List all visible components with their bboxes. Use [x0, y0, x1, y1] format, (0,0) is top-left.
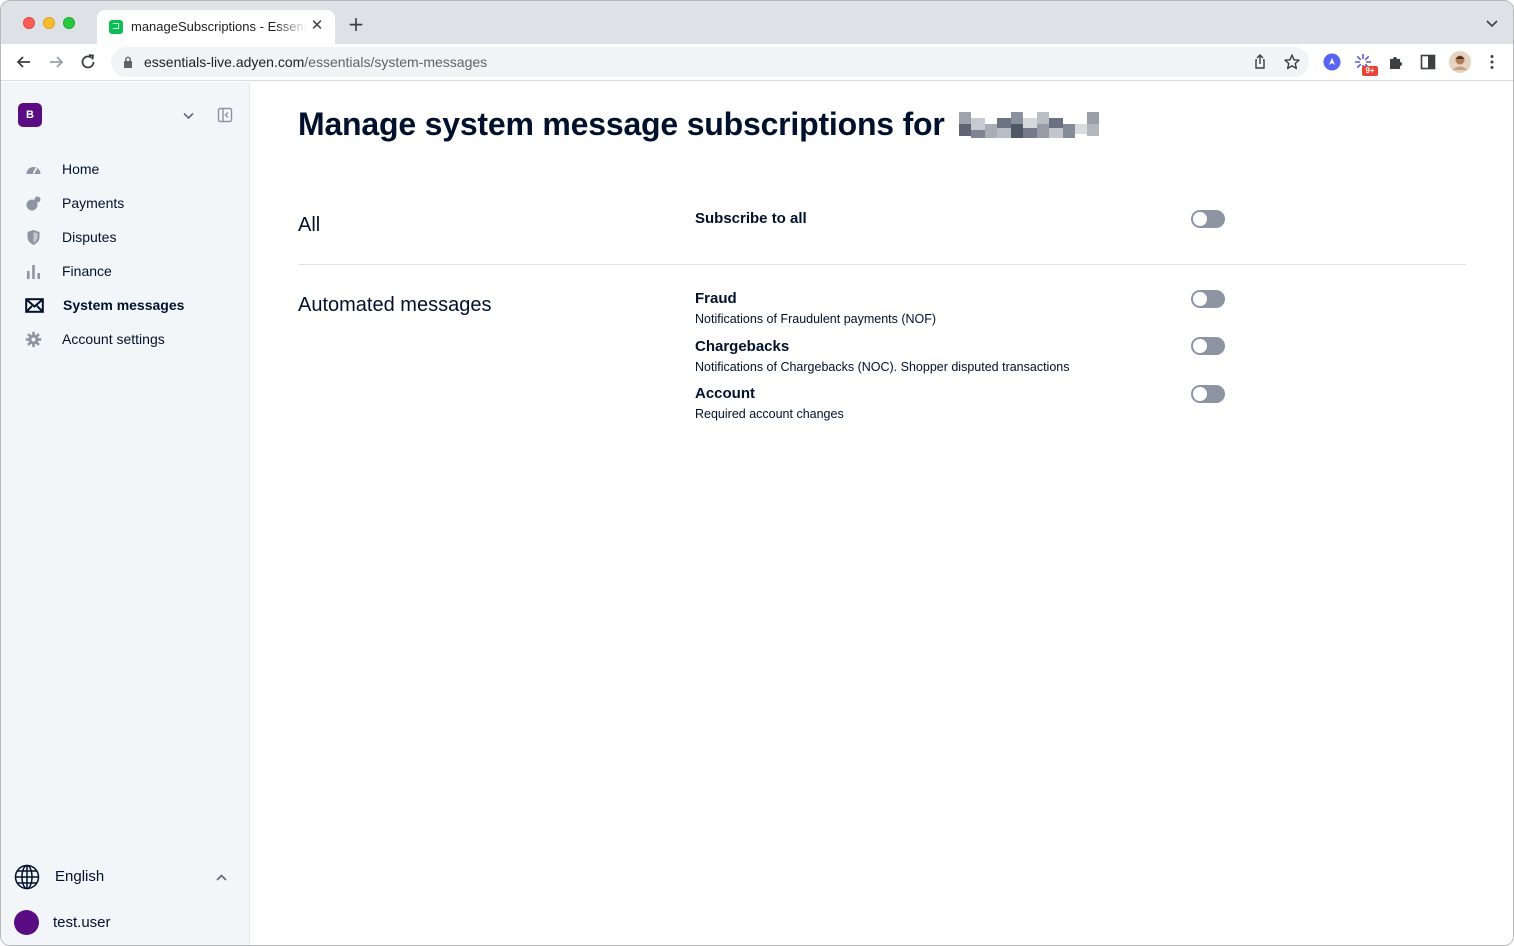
sidebar-item-account-settings[interactable]: Account settings — [1, 322, 249, 356]
sidebar-item-label: Payments — [62, 195, 125, 211]
account-title: Account — [695, 385, 755, 402]
toggle-knob — [1193, 387, 1207, 401]
bookmark-star-icon[interactable] — [1283, 53, 1301, 71]
extension-arrow-icon[interactable] — [1323, 53, 1341, 71]
page-title-text: Manage system message subscriptions for — [298, 106, 945, 142]
profile-avatar-icon[interactable] — [1449, 51, 1471, 73]
sidebar-nav: Home Payments Disputes Finance System me… — [1, 152, 249, 356]
subscribe-all-toggle[interactable] — [1191, 210, 1225, 228]
avatar[interactable] — [14, 910, 39, 935]
extension-badge: 9+ — [1362, 66, 1378, 76]
url-text[interactable]: essentials-live.adyen.com/essentials/sys… — [144, 54, 487, 70]
toggle-knob — [1193, 292, 1207, 306]
share-icon[interactable] — [1251, 53, 1269, 71]
new-tab-button[interactable]: + — [346, 14, 366, 34]
envelope-icon — [25, 298, 44, 313]
browser-toolbar: essentials-live.adyen.com/essentials/sys… — [1, 44, 1513, 81]
toggle-knob — [1193, 339, 1207, 353]
toggle-knob — [1193, 212, 1207, 226]
sidebar-item-label: Home — [62, 161, 100, 177]
address-bar[interactable]: essentials-live.adyen.com/essentials/sys… — [111, 47, 1309, 77]
adyen-favicon-icon: ⊐ — [109, 20, 123, 34]
sidebar-item-payments[interactable]: Payments — [1, 186, 249, 220]
browser-window: ⊐ manageSubscriptions - Essentials ✕ + e… — [0, 0, 1514, 946]
tab-search-chevron-icon[interactable] — [1485, 16, 1499, 30]
maximize-window-button[interactable] — [63, 17, 75, 29]
language-label: English — [55, 868, 105, 885]
fraud-toggle[interactable] — [1191, 290, 1225, 308]
tab-strip: ⊐ manageSubscriptions - Essentials ✕ + — [1, 1, 1513, 44]
shield-icon — [27, 230, 40, 245]
side-panel-icon[interactable] — [1419, 53, 1437, 71]
puzzle-extensions-icon[interactable] — [1387, 53, 1405, 71]
lock-icon[interactable] — [123, 56, 133, 68]
account-toggle[interactable] — [1191, 385, 1225, 403]
minimize-window-button[interactable] — [43, 17, 55, 29]
close-tab-icon[interactable]: ✕ — [309, 17, 325, 33]
sidebar-item-finance[interactable]: Finance — [1, 254, 249, 288]
language-selector[interactable]: English — [1, 860, 249, 894]
chargebacks-toggle[interactable] — [1191, 337, 1225, 355]
sidebar-item-label: System messages — [63, 297, 185, 313]
account-description: Required account changes — [695, 407, 844, 421]
url-path: /essentials/system-messages — [304, 54, 488, 70]
bar-chart-icon — [27, 265, 40, 279]
sidebar-item-label: Finance — [62, 263, 112, 279]
section-label-automated-messages: Automated messages — [298, 294, 492, 316]
chargebacks-title: Chargebacks — [695, 338, 790, 355]
gauge-icon — [26, 167, 41, 174]
browser-menu-icon[interactable] — [1483, 53, 1501, 71]
user-name: test.user — [53, 914, 111, 931]
globe-icon — [14, 864, 40, 890]
chevron-up-icon[interactable] — [214, 870, 229, 885]
gear-icon — [25, 331, 42, 348]
close-window-button[interactable] — [23, 17, 35, 29]
org-badge[interactable]: B — [18, 103, 42, 127]
forward-icon[interactable] — [46, 52, 66, 72]
sidebar-item-home[interactable]: Home — [1, 152, 249, 186]
main-content: Manage system message subscriptions for — [250, 82, 1513, 945]
divider — [298, 264, 1466, 265]
back-icon[interactable] — [14, 52, 34, 72]
sidebar-item-system-messages[interactable]: System messages — [1, 288, 249, 322]
sidebar-item-label: Account settings — [62, 331, 165, 347]
url-domain: essentials-live.adyen.com — [144, 54, 305, 70]
user-menu[interactable]: test.user — [1, 908, 249, 938]
sidebar-item-disputes[interactable]: Disputes — [1, 220, 249, 254]
redacted-account-name — [959, 111, 1100, 138]
sidebar-item-label: Disputes — [62, 229, 117, 245]
section-label-all: All — [298, 214, 321, 236]
chargebacks-description: Notifications of Chargebacks (NOC). Shop… — [695, 360, 1070, 374]
fraud-description: Notifications of Fraudulent payments (NO… — [695, 312, 937, 326]
chevron-down-icon[interactable] — [181, 108, 196, 123]
reload-icon[interactable] — [78, 52, 98, 72]
page-title: Manage system message subscriptions for — [298, 106, 1100, 143]
payments-icon — [26, 196, 41, 211]
browser-tab[interactable]: ⊐ manageSubscriptions - Essentials ✕ — [97, 10, 335, 44]
collapse-sidebar-icon[interactable] — [217, 107, 233, 123]
subscribe-all-title: Subscribe to all — [695, 210, 807, 227]
tab-title: manageSubscriptions - Essentials — [131, 19, 307, 34]
sidebar: B Home Payments Disputes Finance System … — [1, 82, 250, 945]
fraud-title: Fraud — [695, 290, 737, 307]
